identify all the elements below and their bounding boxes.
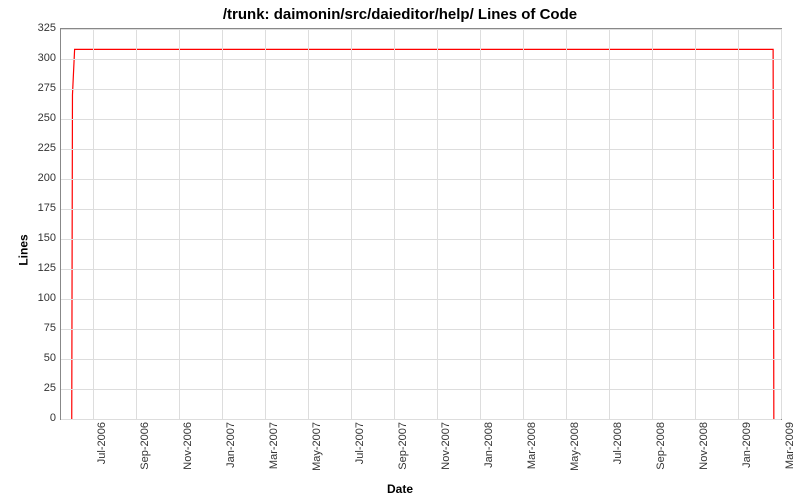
y-tick-label: 300 — [16, 52, 56, 64]
data-series-line — [61, 29, 781, 419]
gridline-h — [61, 389, 781, 390]
gridline-v — [394, 29, 395, 419]
gridline-h — [61, 149, 781, 150]
gridline-v — [480, 29, 481, 419]
gridline-v — [738, 29, 739, 419]
gridline-h — [61, 239, 781, 240]
gridline-v — [351, 29, 352, 419]
x-tick-label: Nov-2007 — [440, 422, 452, 470]
x-tick-label: May-2008 — [569, 422, 581, 471]
x-tick-label: Sep-2006 — [139, 422, 151, 470]
gridline-v — [265, 29, 266, 419]
x-tick-label: Jan-2007 — [225, 422, 237, 468]
y-tick-label: 100 — [16, 292, 56, 304]
gridline-h — [61, 299, 781, 300]
gridline-v — [566, 29, 567, 419]
x-tick-label: Mar-2007 — [268, 422, 280, 469]
x-tick-label: Sep-2007 — [397, 422, 409, 470]
plot-area — [60, 28, 782, 420]
y-tick-label: 200 — [16, 172, 56, 184]
x-tick-label: Jan-2008 — [483, 422, 495, 468]
gridline-v — [93, 29, 94, 419]
x-tick-label: Jul-2008 — [612, 422, 624, 464]
x-tick-label: Jul-2006 — [96, 422, 108, 464]
gridline-h — [61, 359, 781, 360]
y-tick-label: 225 — [16, 142, 56, 154]
x-axis-label: Date — [0, 482, 800, 496]
x-tick-label: Mar-2009 — [784, 422, 796, 469]
gridline-h — [61, 89, 781, 90]
gridline-h — [61, 59, 781, 60]
gridline-v — [136, 29, 137, 419]
gridline-h — [61, 269, 781, 270]
x-tick-label: Nov-2008 — [698, 422, 710, 470]
x-tick-label: Sep-2008 — [655, 422, 667, 470]
x-tick-label: Jan-2009 — [741, 422, 753, 468]
gridline-v — [523, 29, 524, 419]
chart-title: /trunk: daimonin/src/daieditor/help/ Lin… — [0, 6, 800, 23]
y-tick-label: 150 — [16, 232, 56, 244]
x-tick-label: Nov-2006 — [182, 422, 194, 470]
gridline-h — [61, 329, 781, 330]
gridline-h — [61, 179, 781, 180]
gridline-h — [61, 419, 781, 420]
gridline-v — [609, 29, 610, 419]
y-tick-label: 175 — [16, 202, 56, 214]
y-tick-label: 75 — [16, 322, 56, 334]
gridline-v — [781, 29, 782, 419]
y-tick-label: 25 — [16, 382, 56, 394]
gridline-v — [179, 29, 180, 419]
gridline-v — [652, 29, 653, 419]
gridline-h — [61, 209, 781, 210]
gridline-v — [695, 29, 696, 419]
gridline-h — [61, 119, 781, 120]
y-tick-label: 250 — [16, 112, 56, 124]
x-tick-label: May-2007 — [311, 422, 323, 471]
y-tick-label: 125 — [16, 262, 56, 274]
y-tick-label: 0 — [16, 412, 56, 424]
x-tick-label: Jul-2007 — [354, 422, 366, 464]
y-tick-label: 275 — [16, 82, 56, 94]
y-tick-label: 325 — [16, 22, 56, 34]
gridline-v — [222, 29, 223, 419]
gridline-v — [308, 29, 309, 419]
y-tick-label: 50 — [16, 352, 56, 364]
gridline-v — [437, 29, 438, 419]
x-tick-label: Mar-2008 — [526, 422, 538, 469]
gridline-h — [61, 29, 781, 30]
chart-container: /trunk: daimonin/src/daieditor/help/ Lin… — [0, 0, 800, 500]
